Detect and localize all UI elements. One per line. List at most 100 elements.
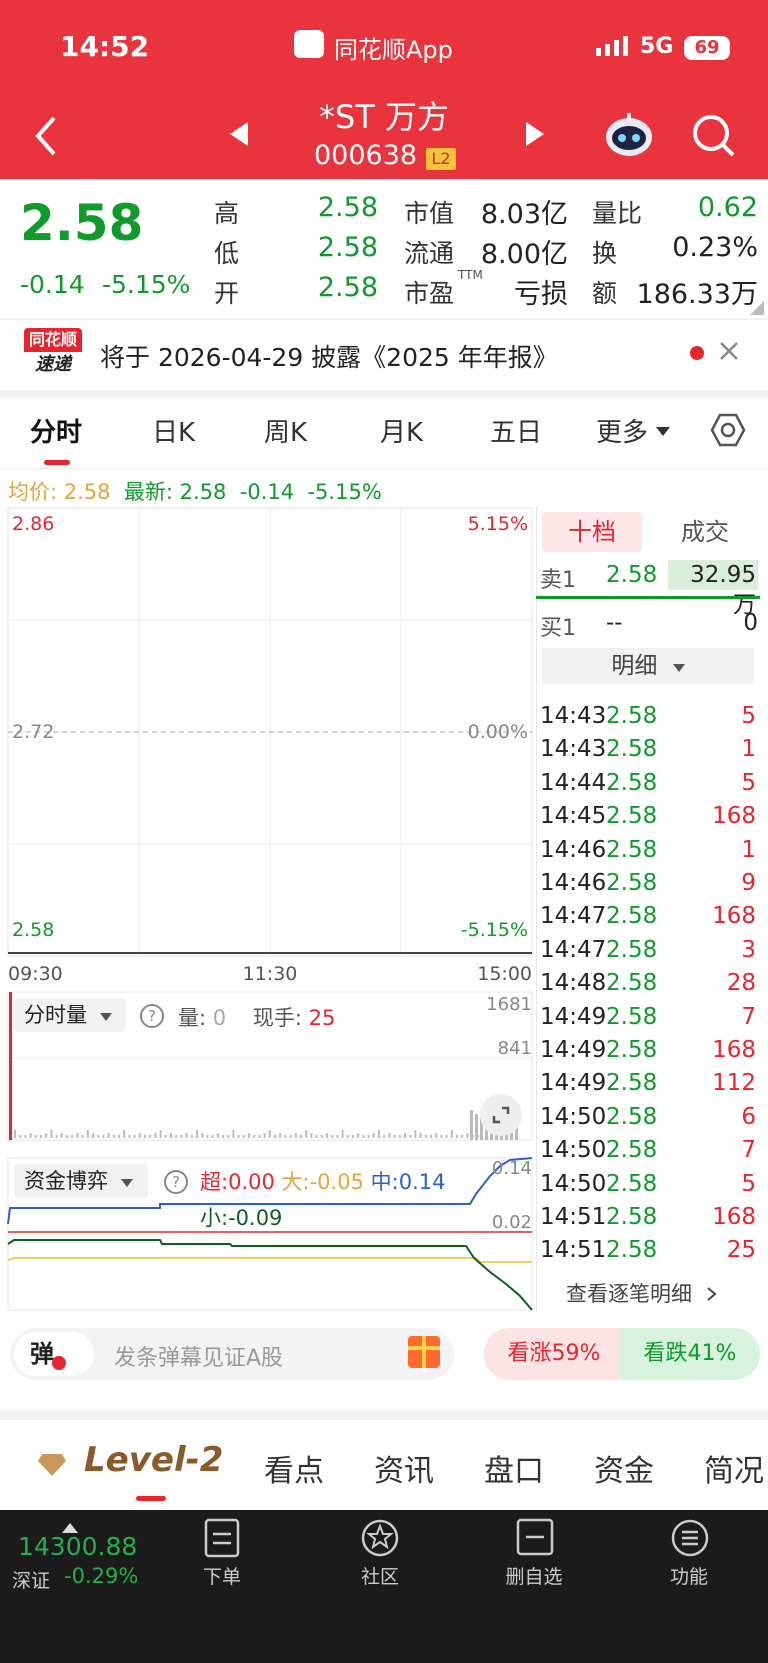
unread-dot-icon: [690, 346, 704, 360]
status-time: 14:52: [60, 30, 150, 63]
trade-row: 14:49 2.58 112: [538, 1070, 758, 1103]
view-all-trades-link[interactable]: 查看逐笔明细: [566, 1278, 717, 1308]
open-value: 2.58: [317, 272, 378, 303]
bullish-vote-button[interactable]: 看涨59%: [484, 1328, 624, 1380]
legend-mid: 中:0.14: [370, 1170, 446, 1194]
fund-indicator-label: 资金博弈: [24, 1169, 108, 1193]
tab-order-book[interactable]: 十档: [542, 512, 642, 552]
trade-price: 2.58: [606, 903, 658, 930]
volume-bar: [300, 1135, 302, 1138]
section-gap: [0, 1410, 768, 1420]
stock-code: 000638: [314, 140, 418, 171]
tab-daily-k[interactable]: 日K: [152, 412, 195, 449]
volume-bar: [336, 1135, 339, 1138]
high-label: 高: [214, 199, 240, 228]
logo-bottom: 速递: [35, 354, 71, 375]
volume-bar: [175, 1135, 178, 1138]
hand-value: 25: [308, 1006, 336, 1030]
price-chart[interactable]: 2.86 2.72 2.58 5.15% 0.00% -5.15% 09:30 …: [0, 506, 536, 988]
nav-order[interactable]: 下单: [167, 1562, 277, 1589]
tab-more[interactable]: 更多: [596, 412, 648, 449]
trade-volume: 1: [741, 736, 756, 763]
trade-row: 14:46 2.58 1: [538, 837, 758, 870]
fullscreen-icon[interactable]: [480, 1094, 522, 1136]
tab-weekly-k[interactable]: 周K: [264, 412, 307, 449]
trade-time: 14:50: [540, 1170, 607, 1197]
gift-icon[interactable]: [408, 1336, 440, 1368]
search-icon[interactable]: [692, 114, 736, 162]
tab-trades[interactable]: 成交: [650, 512, 760, 552]
nav-remove-watchlist[interactable]: 删自选: [479, 1562, 589, 1589]
trade-volume: 168: [712, 903, 756, 930]
notice-text[interactable]: 将于 2026-04-29 披露《2025 年年报》: [100, 338, 558, 374]
tab-level2[interactable]: Level-2: [84, 1440, 223, 1480]
sell1-price: 2.58: [606, 562, 658, 588]
trade-row: 14:50 2.58 7: [538, 1137, 758, 1170]
trade-row: 14:50 2.58 6: [538, 1104, 758, 1137]
nav-functions[interactable]: 功能: [634, 1562, 744, 1589]
trade-volume: 5: [741, 1170, 756, 1197]
x-tick: 09:30: [8, 963, 63, 985]
vol-value: 0: [212, 1006, 227, 1030]
volume-bar: [435, 1133, 438, 1138]
bearish-vote-button[interactable]: 看跌41%: [620, 1328, 760, 1380]
buy1-label: 买1: [540, 616, 576, 641]
turnover-label: 换: [592, 239, 618, 268]
prev-stock-icon[interactable]: [228, 120, 250, 152]
detail-select[interactable]: 明细: [542, 648, 754, 684]
volume-bar: [362, 1135, 365, 1138]
tab-profile[interactable]: 简况: [704, 1446, 768, 1490]
tab-news[interactable]: 资讯: [374, 1446, 434, 1490]
tab-intraday[interactable]: 分时: [30, 412, 82, 449]
vol-y-tick: 841: [498, 1038, 532, 1059]
news-flash-logo: 同花顺 速递: [24, 328, 82, 378]
danmu-input-bar[interactable]: 弹 发条弹幕见证A股: [10, 1328, 454, 1380]
volume-bar: [222, 1135, 224, 1138]
back-icon[interactable]: [32, 112, 60, 164]
trade-time: 14:49: [540, 1003, 607, 1030]
danmu-toggle[interactable]: 弹: [14, 1332, 94, 1376]
volume-bar: [164, 1135, 167, 1138]
mcap-value: 8.03亿: [480, 199, 568, 230]
trade-price: 2.58: [606, 736, 658, 763]
trade-price: 2.58: [606, 870, 658, 896]
trade-volume: 25: [726, 1237, 756, 1264]
tab-funds[interactable]: 资金: [594, 1446, 654, 1490]
legend-big: 大:-0.05: [281, 1170, 364, 1194]
trade-price: 2.58: [606, 1170, 658, 1197]
trade-time: 14:44: [540, 769, 607, 796]
tab-highlights[interactable]: 看点: [264, 1446, 324, 1490]
trade-row: 14:48 2.58 28: [538, 970, 758, 1003]
fund-indicator-select[interactable]: 资金博弈: [14, 1164, 148, 1198]
tab-handicap[interactable]: 盘口: [484, 1446, 544, 1490]
buy1-volume: 0: [743, 610, 758, 636]
tab-five-day[interactable]: 五日: [490, 412, 542, 449]
volume-bar: [60, 1133, 63, 1138]
trade-time: 14:51: [540, 1237, 607, 1264]
volume-bar: [466, 1133, 469, 1138]
trade-volume: 6: [741, 1103, 756, 1130]
volume-bar: [102, 1135, 105, 1138]
help-icon[interactable]: ?: [140, 1004, 164, 1028]
volume-indicator-select[interactable]: 分时量: [14, 998, 126, 1032]
trade-price: 2.58: [606, 970, 658, 997]
danmu-placeholder[interactable]: 发条弹幕见证A股: [114, 1340, 283, 1372]
trade-price: 2.58: [606, 1037, 658, 1063]
volume-bar: [154, 1133, 157, 1138]
divider: [0, 468, 768, 469]
settings-icon[interactable]: [710, 412, 746, 452]
close-icon[interactable]: [718, 340, 740, 366]
trade-price: 2.58: [606, 1070, 658, 1097]
open-label: 开: [214, 279, 240, 308]
index-value[interactable]: 14300.88: [18, 1532, 137, 1561]
nav-community[interactable]: 社区: [325, 1562, 435, 1589]
volume-bar: [341, 1130, 344, 1138]
volume-bar-open: [9, 992, 12, 1140]
robot-assistant-icon[interactable]: [604, 112, 654, 162]
next-stock-icon[interactable]: [524, 120, 546, 152]
expand-corner-icon[interactable]: [750, 300, 764, 319]
tab-monthly-k[interactable]: 月K: [380, 412, 423, 449]
legend-small: 小:-0.09: [200, 1206, 283, 1230]
trade-row: 14:51 2.58 168: [538, 1204, 758, 1237]
help-icon[interactable]: ?: [164, 1170, 188, 1194]
